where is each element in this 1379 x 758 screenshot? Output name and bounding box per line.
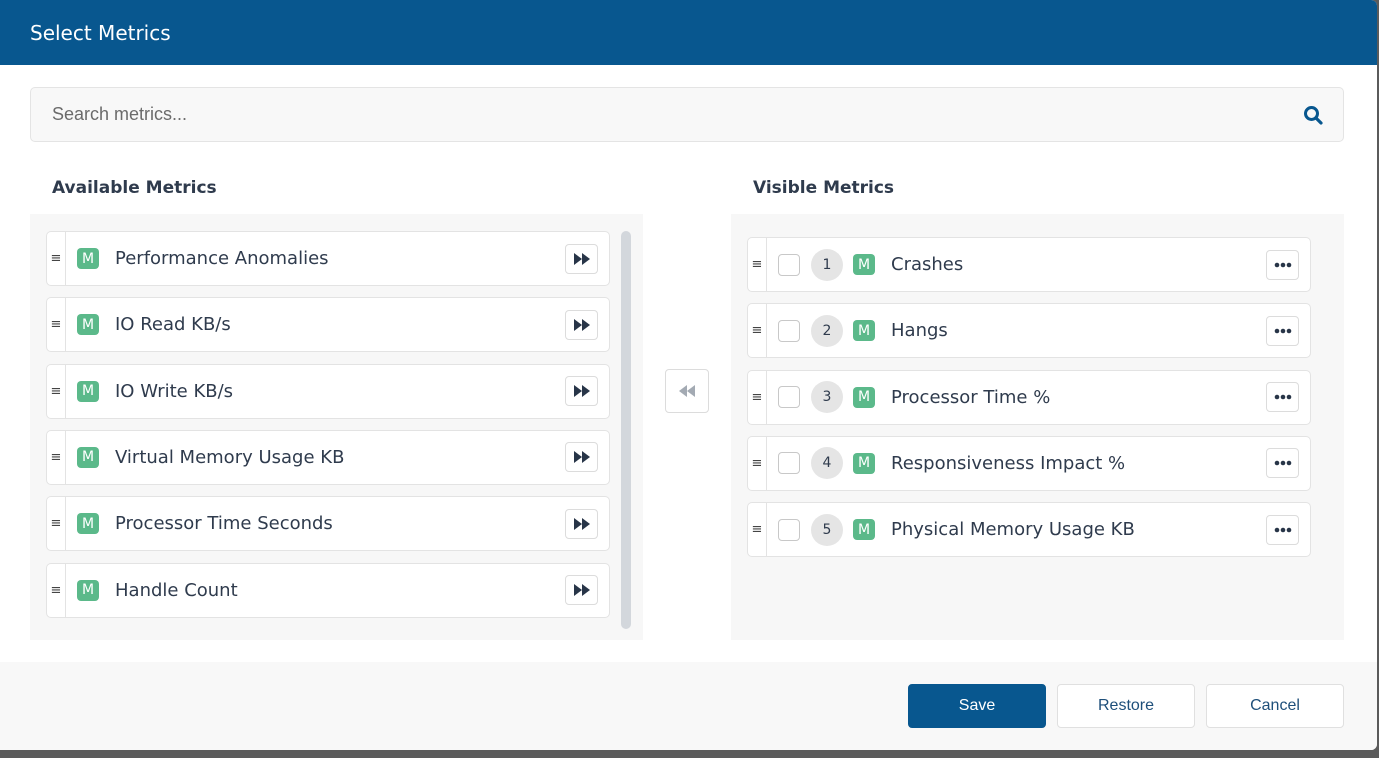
visible-metric-item[interactable]: ≡ 3 M Processor Time % bbox=[747, 369, 1311, 425]
drag-handle-icon[interactable]: ≡ bbox=[47, 364, 66, 418]
drag-handle-icon[interactable]: ≡ bbox=[748, 238, 767, 291]
metric-options-button[interactable] bbox=[1266, 315, 1299, 346]
metric-type-badge: M bbox=[853, 320, 875, 342]
drag-handle-icon[interactable]: ≡ bbox=[748, 503, 767, 557]
metric-label: Crashes bbox=[891, 254, 964, 275]
available-metrics-list: ≡ M Performance Anomalies ≡ M IO Read KB/s ≡ M I… bbox=[30, 214, 643, 640]
cancel-button[interactable]: Cancel bbox=[1206, 684, 1344, 728]
available-metric-item[interactable]: ≡ M Processor Time Seconds bbox=[46, 496, 610, 552]
add-metric-button[interactable] bbox=[565, 376, 598, 407]
dialog-footer: Save Restore Cancel bbox=[0, 662, 1377, 750]
drag-handle-icon[interactable]: ≡ bbox=[47, 497, 66, 551]
metric-label: Processor Time % bbox=[891, 386, 1051, 408]
metric-order-number: 5 bbox=[811, 513, 843, 546]
metric-checkbox[interactable] bbox=[778, 518, 800, 541]
metric-label: Virtual Memory Usage KB bbox=[115, 446, 345, 468]
add-metric-button[interactable] bbox=[565, 243, 598, 274]
available-metric-item[interactable]: ≡ M Virtual Memory Usage KB bbox=[46, 429, 610, 485]
ellipsis-icon bbox=[1274, 527, 1291, 532]
visible-metric-item[interactable]: ≡ 1 M Crashes bbox=[747, 237, 1311, 292]
add-metric-button[interactable] bbox=[565, 442, 598, 473]
add-metric-button[interactable] bbox=[565, 508, 598, 539]
search-input[interactable] bbox=[31, 88, 1283, 141]
drag-handle-icon[interactable]: ≡ bbox=[47, 232, 66, 285]
metric-options-button[interactable] bbox=[1266, 448, 1299, 479]
metric-options-button[interactable] bbox=[1266, 382, 1299, 413]
metric-order-number: 2 bbox=[811, 314, 843, 347]
visible-metric-item[interactable]: ≡ 5 M Physical Memory Usage KB bbox=[747, 502, 1311, 558]
metric-type-badge: M bbox=[77, 314, 99, 336]
add-metric-button[interactable] bbox=[565, 309, 598, 340]
fast-forward-icon bbox=[573, 584, 590, 596]
available-metric-item[interactable]: ≡ M Performance Anomalies bbox=[46, 231, 610, 286]
metric-type-badge: M bbox=[77, 380, 99, 402]
visible-metric-item[interactable]: ≡ 2 M Hangs bbox=[747, 303, 1311, 359]
metric-checkbox[interactable] bbox=[778, 452, 800, 475]
drag-handle-icon[interactable]: ≡ bbox=[748, 436, 767, 490]
metric-label: Performance Anomalies bbox=[115, 248, 329, 269]
dialog-title: Select Metrics bbox=[30, 20, 171, 45]
drag-handle-icon[interactable]: ≡ bbox=[748, 304, 767, 358]
scrollbar[interactable] bbox=[621, 231, 631, 629]
ellipsis-icon bbox=[1274, 394, 1291, 400]
metric-type-badge: M bbox=[853, 452, 875, 474]
metric-label: Responsiveness Impact % bbox=[891, 452, 1126, 474]
search-icon[interactable] bbox=[1283, 88, 1343, 141]
metric-options-button[interactable] bbox=[1266, 514, 1299, 545]
metric-checkbox[interactable] bbox=[778, 386, 800, 409]
metric-label: Handle Count bbox=[115, 579, 238, 601]
save-button[interactable]: Save bbox=[908, 684, 1046, 728]
ellipsis-icon bbox=[1274, 461, 1291, 466]
metric-type-badge: M bbox=[77, 513, 99, 535]
metric-type-badge: M bbox=[77, 248, 99, 269]
visible-metric-item[interactable]: ≡ 4 M Responsiveness Impact % bbox=[747, 435, 1311, 491]
metric-order-number: 3 bbox=[811, 381, 843, 414]
dialog-header: Select Metrics bbox=[0, 0, 1377, 65]
restore-button[interactable]: Restore bbox=[1057, 684, 1195, 728]
fast-forward-icon bbox=[573, 318, 590, 331]
metric-order-number: 1 bbox=[811, 248, 843, 281]
fast-forward-icon bbox=[573, 451, 590, 464]
available-metrics-title: Available Metrics bbox=[52, 178, 217, 198]
metric-checkbox[interactable] bbox=[778, 253, 800, 276]
ellipsis-icon bbox=[1274, 262, 1291, 267]
available-metric-item[interactable]: ≡ M IO Read KB/s bbox=[46, 297, 610, 353]
drag-handle-icon[interactable]: ≡ bbox=[47, 430, 66, 484]
metric-label: Hangs bbox=[891, 320, 948, 342]
search-box bbox=[30, 87, 1344, 142]
fast-forward-icon bbox=[573, 252, 590, 265]
visible-metrics-list: ≡ 1 M Crashes ≡ 2 M Hangs ≡ 3 M Processor Time % ≡ 4 M… bbox=[731, 214, 1344, 640]
metric-options-button[interactable] bbox=[1266, 249, 1299, 280]
fast-forward-icon bbox=[573, 517, 590, 530]
metric-type-badge: M bbox=[853, 519, 875, 541]
metric-type-badge: M bbox=[77, 446, 99, 468]
metric-label: Physical Memory Usage KB bbox=[891, 519, 1135, 541]
fast-forward-icon bbox=[573, 385, 590, 398]
metric-label: IO Read KB/s bbox=[115, 314, 231, 336]
ellipsis-icon bbox=[1274, 328, 1291, 334]
metric-type-badge: M bbox=[853, 254, 875, 275]
available-metric-item[interactable]: ≡ M Handle Count bbox=[46, 562, 610, 618]
drag-handle-icon[interactable]: ≡ bbox=[748, 370, 767, 424]
visible-metrics-title: Visible Metrics bbox=[753, 178, 895, 198]
metric-order-number: 4 bbox=[811, 447, 843, 480]
add-metric-button[interactable] bbox=[565, 575, 598, 605]
metric-label: Processor Time Seconds bbox=[115, 513, 333, 535]
metric-checkbox[interactable] bbox=[778, 319, 800, 342]
select-metrics-dialog: Select Metrics Available Metrics Visible… bbox=[0, 0, 1377, 750]
available-metric-item[interactable]: ≡ M IO Write KB/s bbox=[46, 363, 610, 419]
metric-type-badge: M bbox=[77, 579, 99, 601]
metric-label: IO Write KB/s bbox=[115, 380, 234, 402]
rewind-icon bbox=[679, 385, 695, 397]
remove-metric-button[interactable] bbox=[665, 369, 709, 413]
drag-handle-icon[interactable]: ≡ bbox=[47, 563, 66, 617]
drag-handle-icon[interactable]: ≡ bbox=[47, 298, 66, 352]
metric-type-badge: M bbox=[853, 386, 875, 408]
